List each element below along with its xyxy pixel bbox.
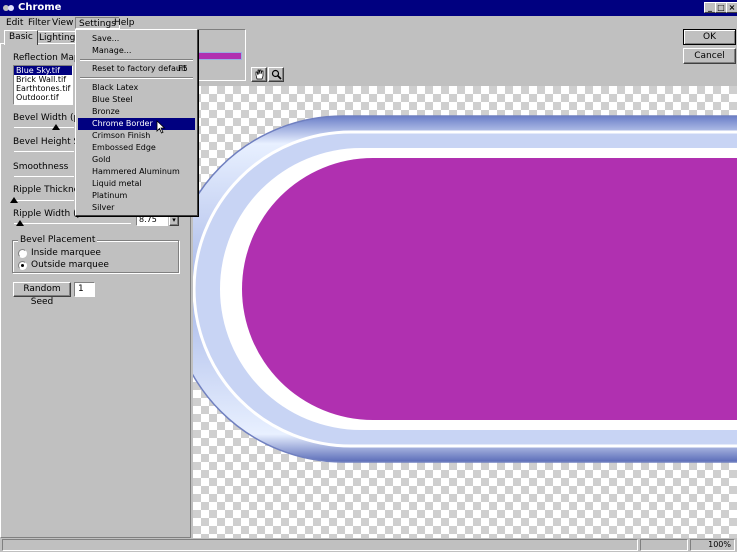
preset-item[interactable]: Bronze [78,106,195,118]
outside-marquee-radio[interactable] [18,261,27,270]
ok-button[interactable]: OK [683,29,736,45]
menu-item-manage[interactable]: Manage... [78,45,195,57]
menu-item-save[interactable]: Save... [78,33,195,45]
cancel-button[interactable]: Cancel [683,48,736,64]
list-item[interactable]: Brick Wall.tif [14,75,72,84]
window-title: Chrome [18,2,62,13]
outside-marquee-label: Outside marquee [31,260,109,270]
list-item[interactable]: Blue Sky.tif [14,66,72,75]
ripple-width-slider[interactable] [14,223,131,224]
zoom-tool-button[interactable] [268,67,284,82]
inside-marquee-label: Inside marquee [31,248,101,258]
list-item[interactable]: Outdoor.tif [14,93,72,102]
preset-item-highlighted[interactable]: Chrome Border [78,118,195,130]
menu-item-reset[interactable]: Reset to factory default F5 [78,63,195,75]
menu-view[interactable]: View [49,17,76,29]
status-message-pane [2,539,638,551]
hand-icon [255,69,264,80]
menu-separator [80,77,193,79]
zoom-icon [271,69,282,80]
menu-bar: Edit Filter View Settings Help [0,16,737,30]
preset-item[interactable]: Liquid metal [78,178,195,190]
preset-item[interactable]: Embossed Edge [78,142,195,154]
smoothness-label: Smoothness [13,162,69,172]
bevel-width-slider[interactable] [14,127,74,128]
inside-marquee-radio[interactable] [18,249,27,258]
preset-item[interactable]: Gold [78,154,195,166]
reset-shortcut: F5 [178,64,188,73]
bevel-placement-label: Bevel Placement [18,235,98,245]
zoom-level: 100% [690,539,735,551]
ripple-thickness-thumb[interactable] [10,197,18,203]
list-item[interactable]: Earthtones.tif [14,84,72,93]
ripple-thickness-slider[interactable] [14,200,74,201]
preview-canvas[interactable] [193,86,737,538]
random-seed-button[interactable]: Random Seed [13,282,71,307]
settings-dropdown-menu: Save... Manage... Reset to factory defau… [75,29,198,216]
random-seed-field[interactable]: 1 [74,282,95,297]
reset-label: Reset to factory default [92,64,187,73]
preview-image [198,52,242,60]
reflection-map-list[interactable]: Blue Sky.tif Brick Wall.tif Earthtones.t… [13,65,73,105]
bevel-height-slider[interactable] [14,151,74,152]
preset-item[interactable]: Black Latex [78,82,195,94]
preset-item[interactable]: Silver [78,202,195,214]
radio-selected-dot [21,264,24,267]
tab-basic[interactable]: Basic [4,30,38,45]
preset-item[interactable]: Blue Steel [78,94,195,106]
preset-item[interactable]: Crimson Finish [78,130,195,142]
smoothness-slider[interactable] [14,176,74,177]
bevel-width-thumb[interactable] [52,124,60,130]
hand-tool-button[interactable] [251,67,267,82]
preview-thumbnail[interactable] [193,29,246,81]
menu-help[interactable]: Help [111,17,138,29]
reflection-map-label: Reflection Map [13,53,80,63]
status-bar: 100% [0,538,737,552]
menu-separator [80,59,193,61]
preset-item[interactable]: Hammered Aluminum [78,166,195,178]
mouse-pointer-icon [156,120,166,134]
menu-edit[interactable]: Edit [3,17,26,29]
close-button[interactable]: × [726,2,737,13]
preset-item[interactable]: Platinum [78,190,195,202]
title-bar: Chrome _ □ × [0,0,737,16]
chrome-effect-image [193,115,737,463]
ripple-width-thumb[interactable] [16,220,24,226]
chrome-app-icon [2,2,15,14]
status-pane [640,539,688,551]
